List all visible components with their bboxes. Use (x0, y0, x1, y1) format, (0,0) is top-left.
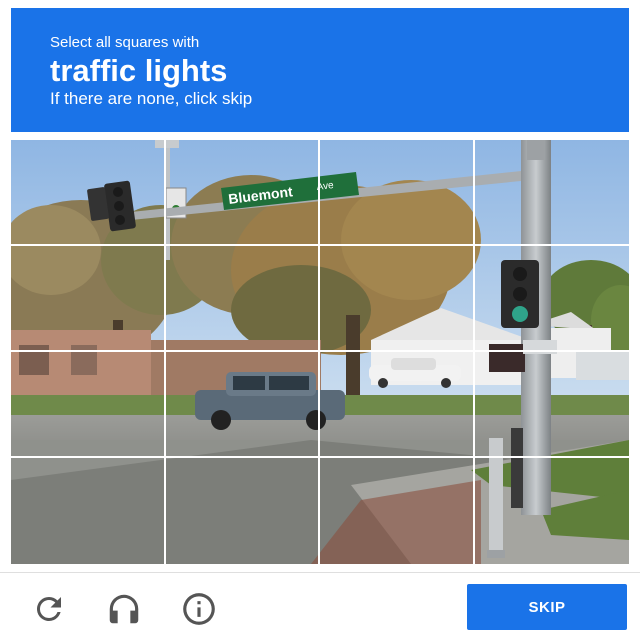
audio-challenge-button[interactable] (104, 589, 144, 629)
grid-tile-r3c2[interactable] (165, 352, 320, 458)
headphones-icon (109, 594, 139, 624)
grid-tile-r1c1[interactable] (11, 140, 166, 246)
grid-tile-r2c2[interactable] (165, 246, 320, 352)
hint-text: If there are none, click skip (50, 89, 253, 108)
grid-tile-r2c3[interactable] (320, 246, 475, 352)
grid-tile-r4c2[interactable] (166, 458, 320, 564)
grid-tile-r3c3[interactable] (320, 352, 475, 458)
grid-tile-r1c4[interactable] (474, 140, 629, 246)
grid-tile-r4c4[interactable] (475, 458, 630, 564)
target-object-text: traffic lights (50, 53, 228, 88)
grid-tile-r1c3[interactable] (320, 140, 475, 246)
instruction-text: Select all squares with (50, 34, 200, 51)
grid-tile-r3c1[interactable] (11, 352, 166, 458)
reload-icon (36, 597, 61, 621)
grid-tile-r2c4[interactable] (474, 246, 629, 352)
grid-tile-r1c2[interactable] (165, 140, 320, 246)
challenge-image-grid: Bluemont Ave (11, 140, 629, 564)
grid-tile-r4c3[interactable] (320, 458, 475, 564)
tile-grid (11, 140, 629, 564)
grid-tile-r3c4[interactable] (474, 352, 629, 458)
reload-button[interactable] (29, 589, 69, 629)
skip-button[interactable]: SKIP (467, 584, 627, 630)
info-button[interactable] (179, 589, 219, 629)
captcha-footer: SKIP (0, 572, 640, 640)
grid-tile-r2c1[interactable] (11, 246, 166, 352)
captcha-widget: Select all squares with traffic lights I… (0, 0, 640, 640)
info-icon (183, 593, 215, 625)
grid-tile-r4c1[interactable] (11, 458, 166, 564)
captcha-header: Select all squares with traffic lights I… (11, 8, 629, 132)
